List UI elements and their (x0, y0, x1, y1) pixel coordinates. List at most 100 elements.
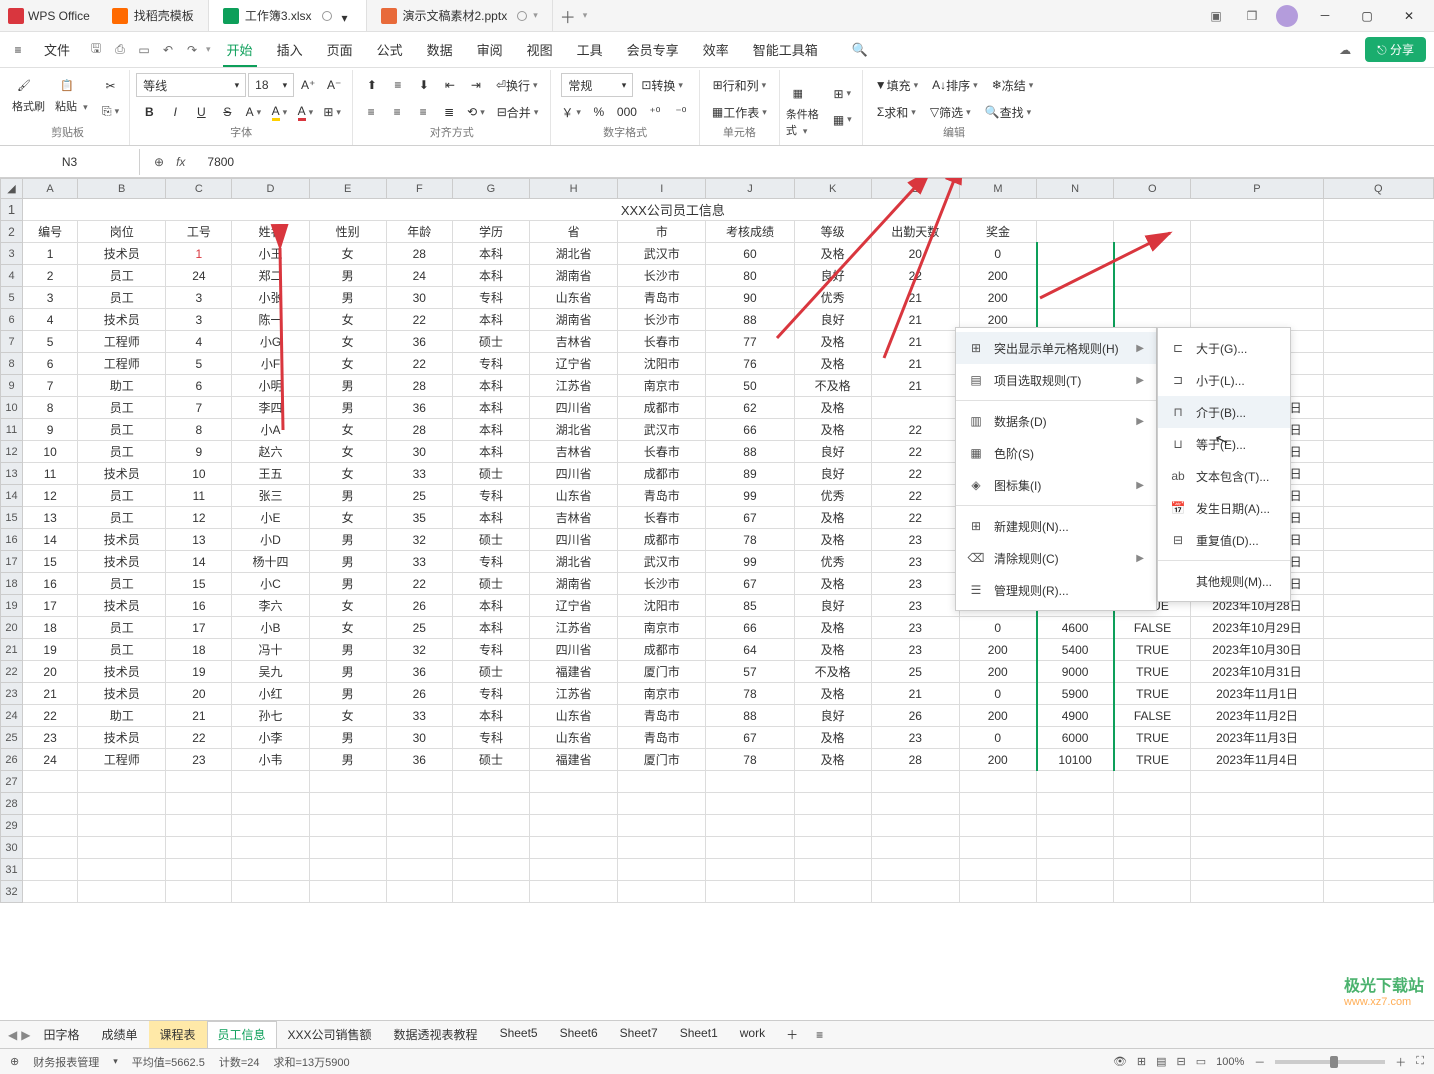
cell[interactable]: TRUE (1114, 639, 1191, 661)
fullscreen-icon[interactable]: ⛶ (1416, 1055, 1424, 1068)
cell[interactable]: 专科 (452, 485, 529, 507)
cell[interactable]: 23 (871, 639, 959, 661)
cell[interactable]: 23 (871, 551, 959, 573)
cell[interactable]: 3 (166, 287, 232, 309)
cell[interactable]: 67 (706, 727, 794, 749)
cell[interactable]: 8 (23, 397, 78, 419)
align-top-button[interactable]: ⬆ (360, 73, 384, 97)
cell[interactable]: 22 (386, 353, 452, 375)
cell[interactable]: 小D (232, 529, 309, 551)
cell[interactable]: 88 (706, 441, 794, 463)
col-header-K[interactable]: K (794, 179, 871, 199)
cell[interactable] (1037, 265, 1114, 287)
menu-插入[interactable]: 插入 (265, 32, 315, 67)
cell[interactable]: 技术员 (78, 309, 166, 331)
cell[interactable]: 专科 (452, 683, 529, 705)
cell[interactable]: 66 (706, 617, 794, 639)
cell[interactable]: 22 (871, 441, 959, 463)
cell[interactable]: 85 (706, 595, 794, 617)
cell[interactable]: 南京市 (618, 617, 706, 639)
cell[interactable]: TRUE (1114, 749, 1191, 771)
cell[interactable]: 长沙市 (618, 265, 706, 287)
cell[interactable]: 88 (706, 705, 794, 727)
cell[interactable]: 78 (706, 529, 794, 551)
cell[interactable]: 及格 (794, 617, 871, 639)
cell[interactable]: 11 (166, 485, 232, 507)
cell[interactable]: 21 (871, 683, 959, 705)
cell[interactable]: 员工 (78, 287, 166, 309)
cell[interactable]: 成都市 (618, 529, 706, 551)
cell[interactable]: 赵六 (232, 441, 309, 463)
cell[interactable]: TRUE (1114, 727, 1191, 749)
next-sheet-button[interactable]: ▶ (21, 1028, 30, 1042)
sheet-tab[interactable]: 成绩单 (90, 1021, 148, 1048)
cell[interactable]: TRUE (1114, 661, 1191, 683)
cell[interactable]: 男 (309, 375, 386, 397)
header-cell[interactable]: 等级 (794, 221, 871, 243)
cell[interactable]: 女 (309, 353, 386, 375)
cloud-icon[interactable]: ☁ (1333, 38, 1357, 62)
zoom-out-button[interactable]: － (1254, 1054, 1265, 1070)
cell[interactable]: 17 (166, 617, 232, 639)
cell[interactable]: 女 (309, 309, 386, 331)
header-cell[interactable]: 出勤天数 (871, 221, 959, 243)
number-format-select[interactable]: 常规▾ (561, 73, 633, 97)
cell[interactable]: 及格 (794, 507, 871, 529)
cell[interactable]: 良好 (794, 705, 871, 727)
header-cell[interactable]: 年龄 (386, 221, 452, 243)
cell[interactable]: 湖北省 (530, 419, 618, 441)
cell[interactable]: 15 (166, 573, 232, 595)
cell[interactable]: 技术员 (78, 683, 166, 705)
cell[interactable]: 78 (706, 749, 794, 771)
cell[interactable]: 66 (706, 419, 794, 441)
cell[interactable] (1114, 243, 1191, 265)
cell[interactable]: 山东省 (530, 485, 618, 507)
cell[interactable]: 良好 (794, 309, 871, 331)
row-header[interactable]: 12 (1, 441, 23, 463)
cell[interactable]: 15 (23, 551, 78, 573)
cell[interactable] (1323, 485, 1433, 507)
cell[interactable]: 及格 (794, 353, 871, 375)
cell[interactable]: 员工 (78, 507, 166, 529)
cell[interactable]: 小李 (232, 727, 309, 749)
cell[interactable]: 小明 (232, 375, 309, 397)
cell[interactable]: 17 (23, 595, 78, 617)
cell[interactable]: 男 (309, 485, 386, 507)
cell[interactable]: 6 (23, 353, 78, 375)
cell[interactable]: 本科 (452, 397, 529, 419)
preview-icon[interactable]: ▭ (134, 38, 154, 62)
cell[interactable]: 16 (23, 573, 78, 595)
cell[interactable]: 10100 (1037, 749, 1114, 771)
cell[interactable]: 6000 (1037, 727, 1114, 749)
cell[interactable]: 陈一 (232, 309, 309, 331)
cell[interactable]: 硕士 (452, 529, 529, 551)
tab-presentation[interactable]: 演示文稿素材2.pptx ▾ (367, 0, 553, 31)
status-dropdown[interactable]: ▾ (113, 1056, 118, 1067)
cell[interactable] (1323, 463, 1433, 485)
cell[interactable]: 女 (309, 441, 386, 463)
cell[interactable]: 30 (386, 727, 452, 749)
sheet-tab[interactable]: 课程表 (149, 1021, 207, 1048)
menu-search[interactable]: 🔍 (840, 32, 880, 67)
cell-style-button[interactable]: ⊞ (829, 82, 856, 106)
cell[interactable]: 28 (871, 749, 959, 771)
cell[interactable]: 优秀 (794, 287, 871, 309)
cell[interactable]: 成都市 (618, 397, 706, 419)
cell[interactable] (1323, 573, 1433, 595)
conditional-format-button[interactable]: ▦ 条件格式 (786, 82, 826, 132)
cell[interactable]: 不及格 (794, 375, 871, 397)
cell[interactable]: 员工 (78, 639, 166, 661)
cell[interactable]: 技术员 (78, 529, 166, 551)
row-header[interactable]: 27 (1, 771, 23, 793)
cell[interactable]: 80 (706, 265, 794, 287)
cell[interactable] (1323, 595, 1433, 617)
row-header[interactable]: 11 (1, 419, 23, 441)
cell[interactable] (1323, 661, 1433, 683)
share-button[interactable]: ⎋ 分享 (1365, 37, 1426, 62)
cell[interactable]: 67 (706, 573, 794, 595)
cell[interactable] (1323, 287, 1433, 309)
cell[interactable]: 本科 (452, 265, 529, 287)
cell[interactable]: 11 (23, 463, 78, 485)
cell[interactable]: 18 (23, 617, 78, 639)
header-cell[interactable]: 考核成绩 (706, 221, 794, 243)
